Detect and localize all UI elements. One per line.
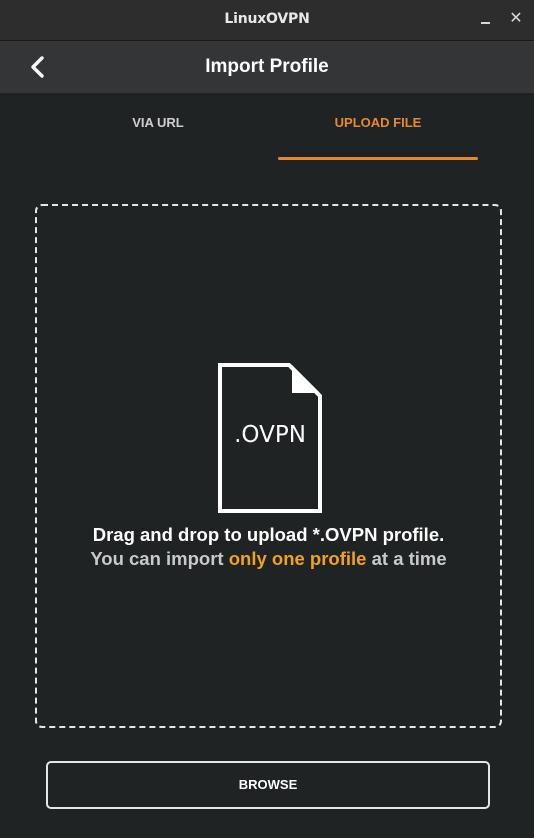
close-icon: ✕ [509, 10, 523, 27]
app-window: LinuxOVPN ✕ Import Profile VIA URL UPLOA… [0, 0, 534, 838]
minimize-icon [481, 22, 490, 24]
tab-via-url[interactable]: VIA URL [58, 115, 258, 161]
minimize-button[interactable] [475, 8, 497, 30]
drop-limit-suffix: at a time [366, 548, 447, 569]
tab-bar: VIA URL UPLOAD FILE [0, 93, 534, 163]
drop-limit-note: You can import only one profile at a tim… [37, 548, 500, 570]
drop-limit-highlight: only one profile [228, 548, 367, 569]
page-title: Import Profile [205, 56, 329, 77]
browse-button[interactable]: BROWSE [46, 761, 490, 809]
active-tab-indicator [278, 157, 478, 160]
window-title: LinuxOVPN [224, 11, 310, 27]
file-extension-label: .OVPN [234, 422, 306, 448]
tab-upload-file[interactable]: UPLOAD FILE [278, 115, 478, 161]
close-button[interactable]: ✕ [505, 8, 527, 30]
title-bar: LinuxOVPN ✕ [0, 0, 534, 41]
file-drop-zone[interactable]: .OVPN Drag and drop to upload *.OVPN pro… [35, 204, 502, 728]
page-header: Import Profile [0, 41, 534, 93]
file-icon: .OVPN [217, 362, 323, 514]
drop-limit-prefix: You can import [90, 548, 229, 569]
drop-instructions: Drag and drop to upload *.OVPN profile. [92, 524, 445, 545]
